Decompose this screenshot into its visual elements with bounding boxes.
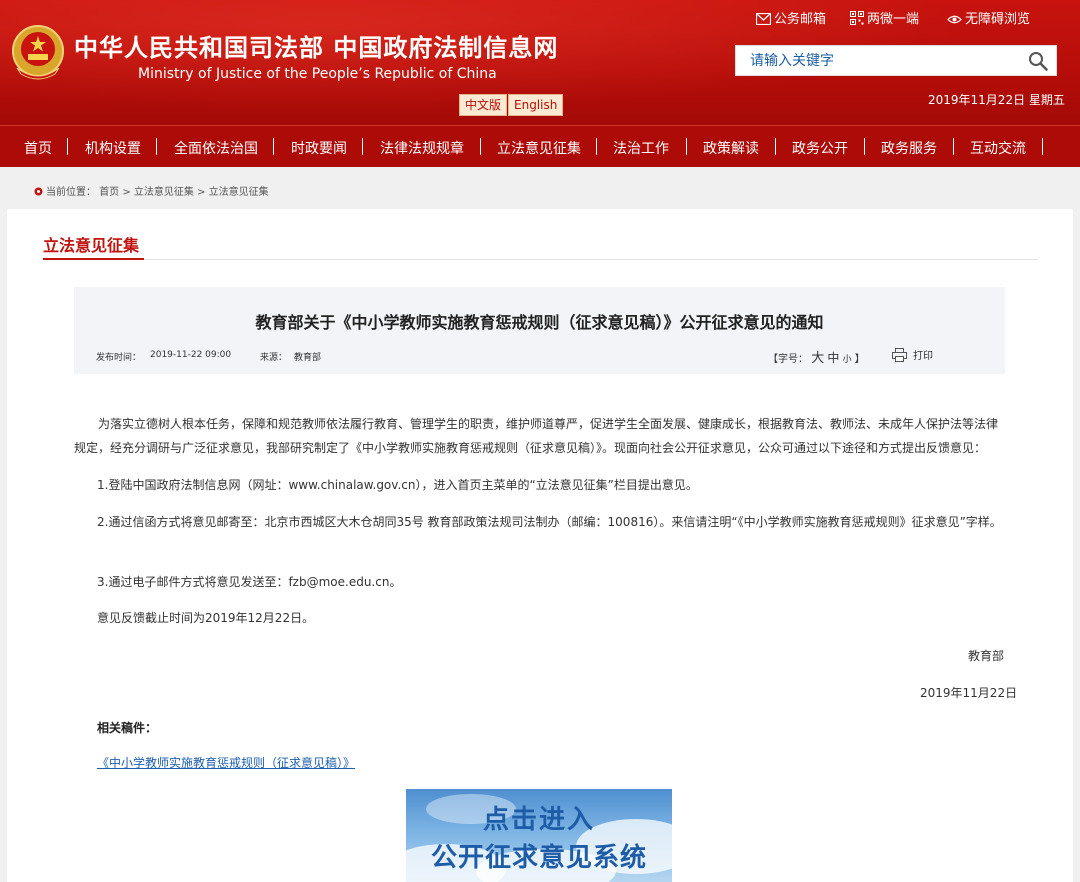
lang-cn-button[interactable]: 中文版 [459, 94, 508, 116]
site-title-cn: 中华人民共和国司法部 中国政府法制信息网 [74, 34, 559, 62]
breadcrumb-path[interactable]: 首页 > 立法意见征集 > 立法意见征集 [99, 187, 268, 198]
font-size-label: 【字号： [768, 354, 808, 365]
article-header: 教育部关于《中小学教师实施教育惩戒规则（征求意见稿）》公开征求意见的通知 发布时… [74, 287, 1005, 374]
mail-icon [755, 12, 772, 26]
publish-label: 发布时间： [96, 353, 142, 363]
accessibility-link[interactable]: 无障碍浏览 [947, 8, 1030, 27]
article-paragraph: 为落实立德树人根本任务，保障和规范教师依法履行教育、管理学生的职责，维护师道尊严… [74, 417, 999, 455]
nav-open-affairs[interactable]: 政务公开 [792, 138, 848, 158]
current-date: 2019年11月22日 星期五 [928, 93, 1065, 107]
search-icon[interactable] [1028, 51, 1048, 71]
banner-line-2: 公开征求意见系统 [430, 843, 647, 873]
section-underline [43, 258, 144, 260]
nav-divider [480, 138, 481, 155]
nav-news[interactable]: 时政要闻 [291, 138, 347, 158]
nav-legal-work[interactable]: 法治工作 [613, 138, 669, 158]
nav-divider [156, 138, 157, 155]
font-size-bracket: 】 [854, 354, 865, 365]
article-title: 教育部关于《中小学教师实施教育惩戒规则（征求意见稿）》公开征求意见的通知 [255, 313, 824, 332]
print-button[interactable]: 打印 [892, 347, 933, 362]
weibo-weixin-link[interactable]: 两微一端 [850, 8, 919, 27]
search-input[interactable] [736, 46, 1016, 75]
section-title: 立法意见征集 [43, 236, 140, 255]
print-label: 打印 [913, 351, 933, 362]
nav-divider [864, 138, 865, 155]
national-emblem-icon[interactable] [11, 24, 65, 82]
font-size-control: 【字号： 大 中 小 】 [768, 347, 865, 366]
site-header: 中华人民共和国司法部 中国政府法制信息网 Ministry of Justice… [0, 0, 1080, 125]
location-icon [34, 187, 43, 196]
nav-divider [686, 138, 687, 155]
signature: 教育部 [968, 649, 1005, 663]
related-document-link[interactable]: 《中小学教师实施教育惩戒规则（征求意见稿）》 [97, 754, 355, 771]
nav-divider [775, 138, 776, 155]
nav-rule-of-law[interactable]: 全面依法治国 [174, 138, 258, 158]
qr-code-icon [850, 11, 864, 25]
publish-time: 2019-11-22 09:00 [150, 350, 232, 360]
nav-legislative-comments[interactable]: 立法意见征集 [497, 138, 581, 158]
nav-divider [1042, 138, 1043, 155]
related-label: 相关稿件： [97, 721, 158, 735]
nav-divider [273, 138, 274, 155]
article-paragraph: 2.通过信函方式将意见邮寄至：北京市西城区大木仓胡同35号 教育部政策法规司法制… [97, 515, 1002, 529]
main-nav: 首页 机构设置 全面依法治国 时政要闻 法律法规规章 立法意见征集 法治工作 政… [0, 125, 1080, 167]
nav-divider [953, 138, 954, 155]
accessibility-label: 无障碍浏览 [965, 12, 1031, 27]
source-label: 来源： [260, 353, 288, 363]
nav-policy[interactable]: 政策解读 [703, 138, 759, 158]
font-size-large-button[interactable]: 大 [811, 351, 824, 366]
nav-interaction[interactable]: 互动交流 [970, 138, 1026, 158]
lang-en-button[interactable]: English [508, 94, 564, 116]
nav-services[interactable]: 政务服务 [881, 138, 937, 158]
font-size-small-button[interactable]: 小 [843, 355, 852, 365]
source-value: 教育部 [294, 353, 322, 363]
nav-divider [67, 138, 68, 155]
site-title-en: Ministry of Justice of the People’s Repu… [138, 66, 497, 82]
article-paragraph: 意见反馈截止时间为2019年12月22日。 [97, 611, 315, 625]
mail-link[interactable]: 公务邮箱 [755, 8, 827, 27]
article-paragraph: 3.通过电子邮件方式将意见发送至：fzb@moe.edu.cn。 [97, 575, 402, 589]
comment-system-banner[interactable]: 点击进入 公开征求意见系统 [406, 789, 672, 882]
section-divider [144, 259, 1038, 260]
eye-icon [947, 15, 962, 24]
weibo-weixin-label: 两微一端 [867, 12, 920, 27]
article-paragraph: 1.登陆中国政府法制信息网（网址：www.chinalaw.gov.cn），进入… [97, 478, 698, 492]
font-size-medium-button[interactable]: 中 [827, 351, 839, 365]
nav-home[interactable]: 首页 [24, 138, 52, 158]
mail-link-label: 公务邮箱 [774, 12, 827, 27]
nav-divider [596, 138, 597, 155]
nav-organization[interactable]: 机构设置 [85, 138, 141, 158]
printer-icon [892, 348, 907, 362]
breadcrumb: 当前位置： 首页 > 立法意见征集 > 立法意见征集 [34, 183, 269, 198]
top-links: 公务邮箱 两微一端 无障碍浏览 [754, 8, 1054, 28]
sign-date: 2019年11月22日 [920, 686, 1018, 700]
breadcrumb-label: 当前位置： [46, 187, 96, 198]
nav-divider [362, 138, 363, 155]
banner-line-1: 点击进入 [482, 805, 595, 835]
search-box [735, 45, 1057, 76]
nav-laws[interactable]: 法律法规规章 [380, 138, 464, 158]
